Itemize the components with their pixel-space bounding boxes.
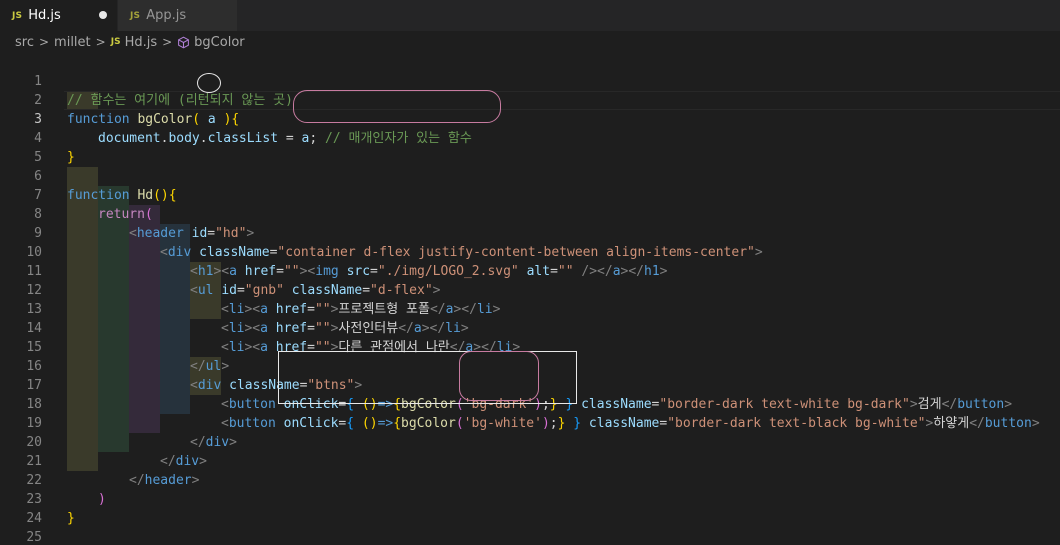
code-line: 24: [0, 490, 1060, 526]
code-line: 3 document.body.classList = a; // 매개인자가 …: [0, 91, 1060, 146]
annotation-circle: [197, 73, 221, 93]
code-line: 7 return(: [0, 167, 1060, 222]
annotation-rounded-box: [293, 90, 501, 123]
code-line: 22 ): [0, 452, 1060, 507]
js-file-icon: JS: [12, 10, 23, 21]
code-line: 21 </header>: [0, 433, 1060, 488]
breadcrumb: src > millet > JS Hd.js > bgColor: [0, 31, 1060, 53]
code-line: 9 <div className="container d-flex justi…: [0, 205, 1060, 260]
js-file-icon: JS: [130, 10, 141, 21]
tab-hd-js[interactable]: JS Hd.js: [0, 0, 117, 31]
tab-bar: JS Hd.js JS App.js: [0, 0, 1060, 31]
code-line: 12 <li><a href="">프로젝트형 포폴</a></li>: [0, 262, 1060, 317]
code-line: 4 }: [0, 110, 1060, 165]
tab-label: Hd.js: [28, 8, 61, 23]
line-number: 25: [26, 530, 42, 545]
annotation-rounded-box: [459, 351, 539, 401]
code-line: 5: [0, 129, 1060, 165]
code-line: 14 <li><a href="">다른 관점에서 나란</a></li>: [0, 300, 1060, 355]
code-line: 25 export default Hd;: [0, 509, 1060, 545]
chevron-right-icon: >: [162, 35, 173, 49]
breadcrumb-item-millet[interactable]: millet: [54, 35, 91, 50]
code-line: 8 <header id="hd">: [0, 186, 1060, 241]
unsaved-dot-icon[interactable]: [99, 11, 107, 19]
breadcrumb-item-src[interactable]: src: [15, 35, 34, 50]
code-editor[interactable]: 1 // 함수는 여기에 (리턴되지 않는 곳) 2 function bgCo…: [0, 53, 1060, 545]
chevron-right-icon: >: [95, 35, 106, 49]
tab-label: App.js: [146, 8, 187, 23]
code-line: 15 </ul>: [0, 319, 1060, 374]
chevron-right-icon: >: [38, 35, 50, 49]
symbol-method-icon: [178, 36, 190, 48]
code-line: 13 <li><a href="">사전인터뷰</a></li>: [0, 281, 1060, 336]
code-line: 6 function Hd(){: [0, 148, 1060, 203]
code-line: 11 <ul id="gnb" className="d-flex">: [0, 243, 1060, 298]
code-line: 23 }: [0, 471, 1060, 526]
tab-app-js[interactable]: JS App.js: [117, 0, 237, 31]
code-line: 1 // 함수는 여기에 (리턴되지 않는 곳): [0, 53, 1060, 108]
breadcrumb-item-file[interactable]: Hd.js: [125, 35, 158, 50]
breadcrumb-item-symbol[interactable]: bgColor: [194, 35, 244, 50]
code-line: 20 </div>: [0, 414, 1060, 469]
code-line: 2 function bgColor( a ){: [0, 72, 1060, 127]
js-file-icon: JS: [110, 37, 121, 47]
code-line: 10 <h1><a href=""><img src="./img/LOGO_2…: [0, 224, 1060, 279]
